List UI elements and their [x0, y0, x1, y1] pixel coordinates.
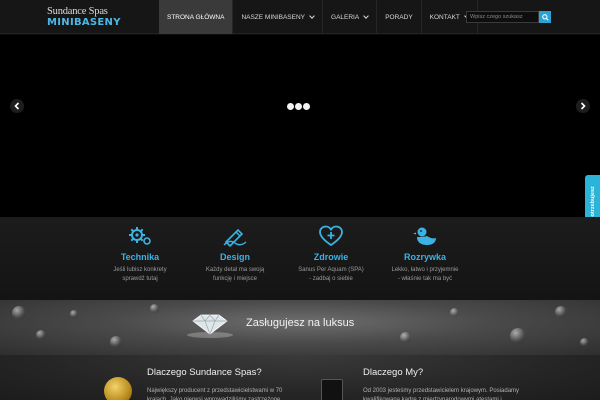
- feature-desc: Jeśli lubisz konkrety sprawdź tutaj: [113, 267, 167, 282]
- luxury-heading: Zasługujesz na luksus: [246, 317, 355, 329]
- chevron-right-icon: [580, 102, 586, 110]
- diamond-icon: [187, 314, 233, 338]
- search-box: [466, 11, 551, 23]
- nav-item-minibaseny[interactable]: Nasze Minibaseny: [233, 0, 324, 34]
- water-drop-decoration: [110, 336, 122, 348]
- slider-prev-button[interactable]: [10, 99, 24, 113]
- chevron-left-icon: [14, 102, 20, 110]
- feature-desc: Każdy detal ma swoją funkcję i miejsce: [205, 267, 265, 282]
- feature-desc: Lekko, łatwo i przyjemnie - właśnie tak …: [391, 267, 459, 282]
- feature-title: Technika: [120, 252, 160, 262]
- slider-dot[interactable]: [287, 103, 294, 110]
- features-section: Technika Jeśli lubisz konkrety sprawdź t…: [0, 217, 600, 300]
- design-pen-icon: [223, 228, 247, 247]
- nav-item-label: Kontakt: [429, 13, 460, 21]
- product-image: [321, 379, 343, 400]
- side-tab-label: potrzebujesz: [589, 186, 596, 220]
- search-input[interactable]: [466, 11, 539, 23]
- hero-slider: potrzebujesz: [0, 35, 600, 231]
- slider-dot[interactable]: [303, 103, 310, 110]
- chevron-down-icon: [363, 12, 370, 19]
- feature-zdrowie[interactable]: Zdrowie Sanus Per Aquam (SPA) - zadbaj o…: [286, 225, 376, 284]
- main-nav: Strona Główna Nasze Minibaseny Galeria P…: [159, 0, 478, 34]
- nav-item-label: Strona Główna: [167, 13, 225, 21]
- page: Sundance Spas MINIBASENY Strona Główna N…: [0, 0, 600, 400]
- nav-item-galeria[interactable]: Galeria: [323, 0, 378, 34]
- feature-technika[interactable]: Technika Jeśli lubisz konkrety sprawdź t…: [95, 225, 185, 284]
- nav-item-label: Galeria: [331, 13, 360, 21]
- feature-desc: Sanus Per Aquam (SPA) - zadbaj o siebie: [298, 267, 364, 282]
- feature-title: Rozrywka: [403, 252, 447, 262]
- nav-item-label: Porady: [385, 13, 413, 21]
- slider-next-button[interactable]: [576, 99, 590, 113]
- water-drop-decoration: [150, 304, 159, 313]
- water-drop-decoration: [580, 338, 589, 347]
- feature-rozrywka[interactable]: Rozrywka Lekko, łatwo i przyjemnie - wła…: [380, 225, 470, 284]
- why-us-title: Dlaczego My?: [363, 367, 424, 378]
- nav-item-home[interactable]: Strona Główna: [159, 0, 234, 34]
- logo-brand: Sundance Spas: [47, 6, 108, 17]
- feature-title: Design: [219, 252, 250, 262]
- search-button[interactable]: [539, 11, 551, 23]
- why-sundance-title: Dlaczego Sundance Spas?: [147, 367, 262, 378]
- award-badge-image: [104, 377, 132, 400]
- bottom-section: Dlaczego Sundance Spas? Największy produ…: [0, 355, 600, 400]
- site-logo[interactable]: Sundance Spas MINIBASENY: [47, 6, 121, 29]
- slider-dots: [287, 103, 310, 110]
- feature-design[interactable]: Design Każdy detal ma swoją funkcję i mi…: [190, 225, 280, 284]
- why-us-text: Od 2003 jesteśmy przedstawicielem krajow…: [363, 388, 520, 400]
- chevron-down-icon: [309, 12, 315, 19]
- water-drop-decoration: [510, 328, 526, 344]
- water-drop-decoration: [400, 332, 411, 343]
- water-drop-decoration: [450, 308, 459, 317]
- luxury-banner: Zasługujesz na luksus: [0, 300, 600, 355]
- water-drop-decoration: [36, 330, 46, 340]
- search-icon: [541, 13, 549, 21]
- heart-plus-icon: [319, 225, 343, 247]
- water-drop-decoration: [70, 310, 78, 318]
- nav-item-label: Nasze Minibaseny: [241, 13, 306, 21]
- gears-icon: [129, 227, 151, 245]
- feature-title: Zdrowie: [313, 252, 349, 262]
- rubber-duck-icon: [413, 227, 436, 245]
- site-header: Sundance Spas MINIBASENY Strona Główna N…: [0, 0, 600, 34]
- slider-dot[interactable]: [295, 103, 302, 110]
- nav-item-porady[interactable]: Porady: [377, 0, 422, 34]
- water-drop-decoration: [555, 306, 567, 318]
- why-sundance-text: Największy producent z przedstawicielstw…: [147, 388, 283, 400]
- logo-subbrand: MINIBASENY: [47, 17, 121, 28]
- water-drop-decoration: [12, 306, 26, 320]
